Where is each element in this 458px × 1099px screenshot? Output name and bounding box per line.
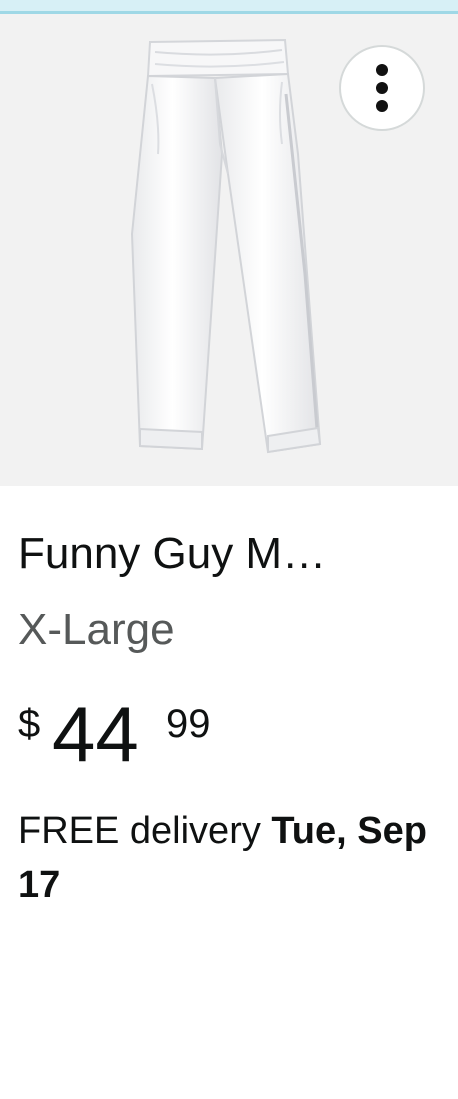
delivery-info: FREE delivery Tue, Sep 17 — [18, 804, 438, 912]
more-options-button[interactable] — [339, 45, 425, 131]
product-image[interactable] — [110, 34, 340, 464]
price-fraction: 99 — [166, 702, 211, 746]
product-variant: X-Large — [18, 605, 175, 654]
delivery-prefix: FREE delivery — [18, 810, 272, 852]
product-title[interactable]: Funny Guy M… — [18, 526, 438, 582]
top-divider-strip — [0, 0, 458, 14]
product-image-area[interactable] — [0, 14, 458, 486]
vertical-ellipsis-icon — [376, 64, 388, 112]
price-whole: 44 — [52, 690, 139, 778]
price-currency-symbol: $ — [18, 702, 41, 746]
